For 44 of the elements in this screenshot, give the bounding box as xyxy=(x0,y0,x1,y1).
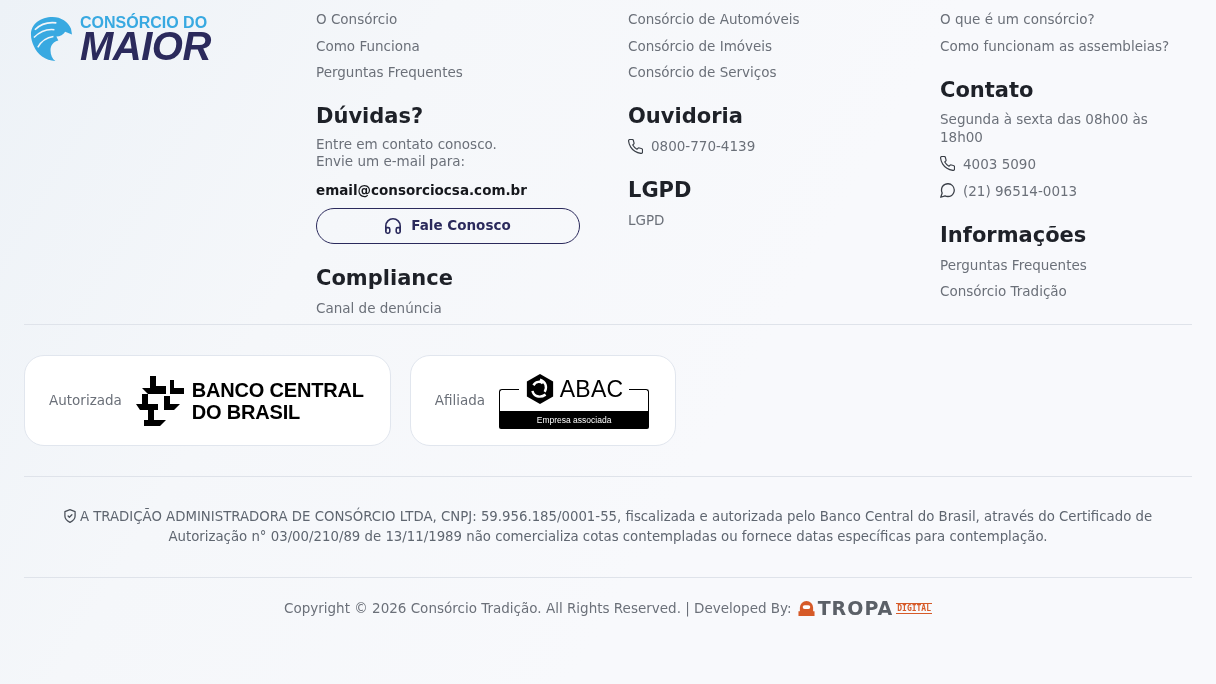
seal-label: Autorizada xyxy=(49,391,122,411)
section-heading: Informações xyxy=(940,221,1087,249)
phone-icon xyxy=(628,138,643,154)
footer-link[interactable]: Consórcio Tradição xyxy=(940,281,1067,301)
seal-label: Afiliada xyxy=(434,391,486,411)
emblem-icon xyxy=(524,374,555,404)
disclaimer-text: A TRADIÇÃO ADMINISTRADORA DE CONSÓRCIO LTDA, CNPJ: 59.956.185/0001-55, fiscalizada e autorizada pelo Banco Central do Brasil, através do Certificado de Autorização n° 03/00/210/89 de 13/11/1989 não comercializa cotas contempladas ou fornece datas específicas para contemplação. xyxy=(79,509,1153,544)
logo-text: ABAC xyxy=(559,375,624,404)
contact-text: Entre em contato conosco. Envie um e-mail para: xyxy=(316,136,497,170)
logo-wordmark: MAIOR xyxy=(80,31,211,62)
phone-icon xyxy=(940,156,955,171)
helmet-icon xyxy=(797,599,815,617)
email-address: email@consorciocsa.com.br xyxy=(316,181,527,200)
chat-link[interactable]: (21) 96514-0013 xyxy=(963,180,1078,201)
eagle-icon xyxy=(30,16,72,62)
section-heading: LGPD xyxy=(628,177,692,204)
footer-link[interactable]: Perguntas Frequentes xyxy=(316,62,463,82)
logo-text: BANCO CENTRAL DO BRASIL xyxy=(191,378,364,423)
footer-link[interactable]: Como Funciona xyxy=(316,35,420,56)
headphones-icon xyxy=(385,217,402,234)
footer-link[interactable]: Como funcionam as assembleias? xyxy=(940,35,1170,56)
section-heading: Dúvidas? xyxy=(316,103,424,130)
footer-link[interactable]: O que é um consórcio? xyxy=(940,9,1095,29)
developer-wordmark: TROPA xyxy=(817,598,894,618)
shield-check-icon xyxy=(63,509,76,523)
emblem-icon xyxy=(135,375,184,426)
footer-link[interactable]: Consórcio de Imóveis xyxy=(628,35,773,56)
logo-tagline: CONSÓRCIO DO xyxy=(80,14,208,31)
section-heading: Compliance xyxy=(316,264,453,292)
copyright-text: Copyright © 2026 Consórcio Tradição. All Rights Reserved. | Developed By: xyxy=(284,599,792,618)
section-heading: Contato xyxy=(940,76,1034,104)
developer-tag: DIGITAL xyxy=(896,602,932,614)
footer-link[interactable]: Canal de denúncia xyxy=(316,297,442,318)
section-heading: Ouvidoria xyxy=(628,103,743,130)
logo-caption: Empresa associada xyxy=(499,411,650,429)
chat-bubble-icon xyxy=(940,183,955,198)
phone-link[interactable]: 4003 5090 xyxy=(963,153,1036,174)
footer-link[interactable]: Perguntas Frequentes xyxy=(940,254,1087,275)
phone-link[interactable]: 0800-770-4139 xyxy=(651,136,756,156)
footer-link[interactable]: Consórcio de Automóveis xyxy=(628,9,800,29)
footer-link[interactable]: LGPD xyxy=(628,210,665,230)
hours-text: Segunda à sexta das 08h00 às 18h00 xyxy=(940,109,1149,146)
footer-link[interactable]: Consórcio de Serviços xyxy=(628,62,777,82)
footer-link[interactable]: O Consórcio xyxy=(316,9,398,29)
